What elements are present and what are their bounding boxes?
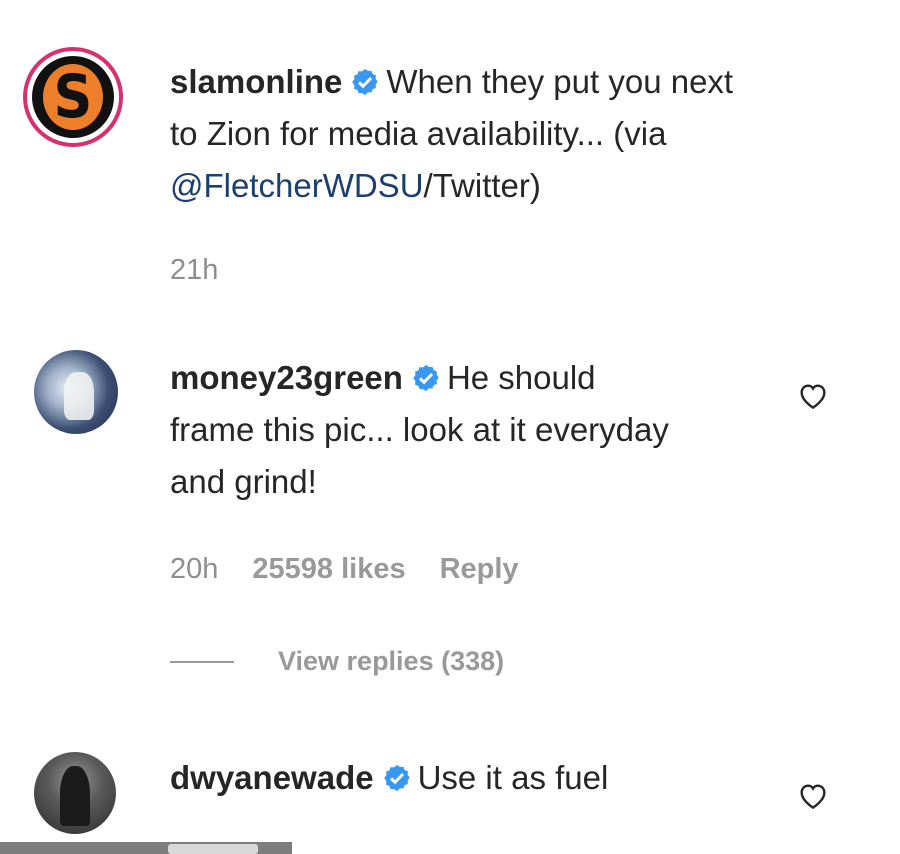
like-heart-icon[interactable]: [797, 780, 829, 810]
comment-1-line-3: and grind!: [170, 463, 317, 500]
comment-1-line-1: He should: [446, 359, 596, 396]
replies-divider: [170, 660, 234, 663]
caption-text-line-3: /Twitter): [423, 167, 541, 204]
instagram-comments-panel: S slamonline When they put you next to Zi…: [0, 0, 900, 854]
caption-username[interactable]: slamonline: [170, 63, 342, 100]
comment-1-timestamp: 20h: [170, 553, 219, 585]
comment-2-username[interactable]: dwyanewade: [170, 759, 374, 796]
mention-link[interactable]: @FletcherWDSU: [170, 167, 424, 204]
money23green-avatar[interactable]: [34, 350, 118, 434]
caption-text-line-2: to Zion for media availability... (via: [170, 115, 667, 152]
verified-badge-icon: [413, 365, 439, 392]
comment-1-text: money23green He should frame this pic... …: [170, 352, 669, 508]
view-replies-label: View replies (338): [278, 646, 505, 676]
like-heart-icon[interactable]: [797, 380, 829, 410]
comment-2-text: dwyanewade Use it as fuel: [170, 752, 608, 804]
comment-1-line-2: frame this pic... look at it everyday: [170, 411, 669, 448]
cut-off-next-line: [168, 844, 258, 854]
caption-text-line-1: When they put you next: [386, 63, 734, 100]
verified-badge-icon: [383, 765, 410, 792]
reply-button[interactable]: Reply: [440, 553, 519, 585]
dwyanewade-avatar[interactable]: [34, 752, 116, 834]
avatar-logo-letter: S: [53, 61, 93, 132]
verified-badge-icon: [352, 69, 379, 96]
comment-1-likes[interactable]: 25598 likes: [252, 553, 405, 585]
caption-timestamp: 21h: [170, 254, 219, 286]
caption-text: slamonline When they put you next to Zion…: [170, 56, 733, 212]
comment-2-line-1: Use it as fuel: [417, 759, 609, 796]
comment-1-meta: 20h 25598 likes Reply: [170, 553, 553, 586]
comment-1-username[interactable]: money23green: [170, 359, 403, 396]
caption-meta: 21h: [170, 254, 252, 287]
slamonline-avatar[interactable]: S: [23, 47, 123, 147]
view-replies-button[interactable]: View replies (338): [170, 646, 504, 677]
